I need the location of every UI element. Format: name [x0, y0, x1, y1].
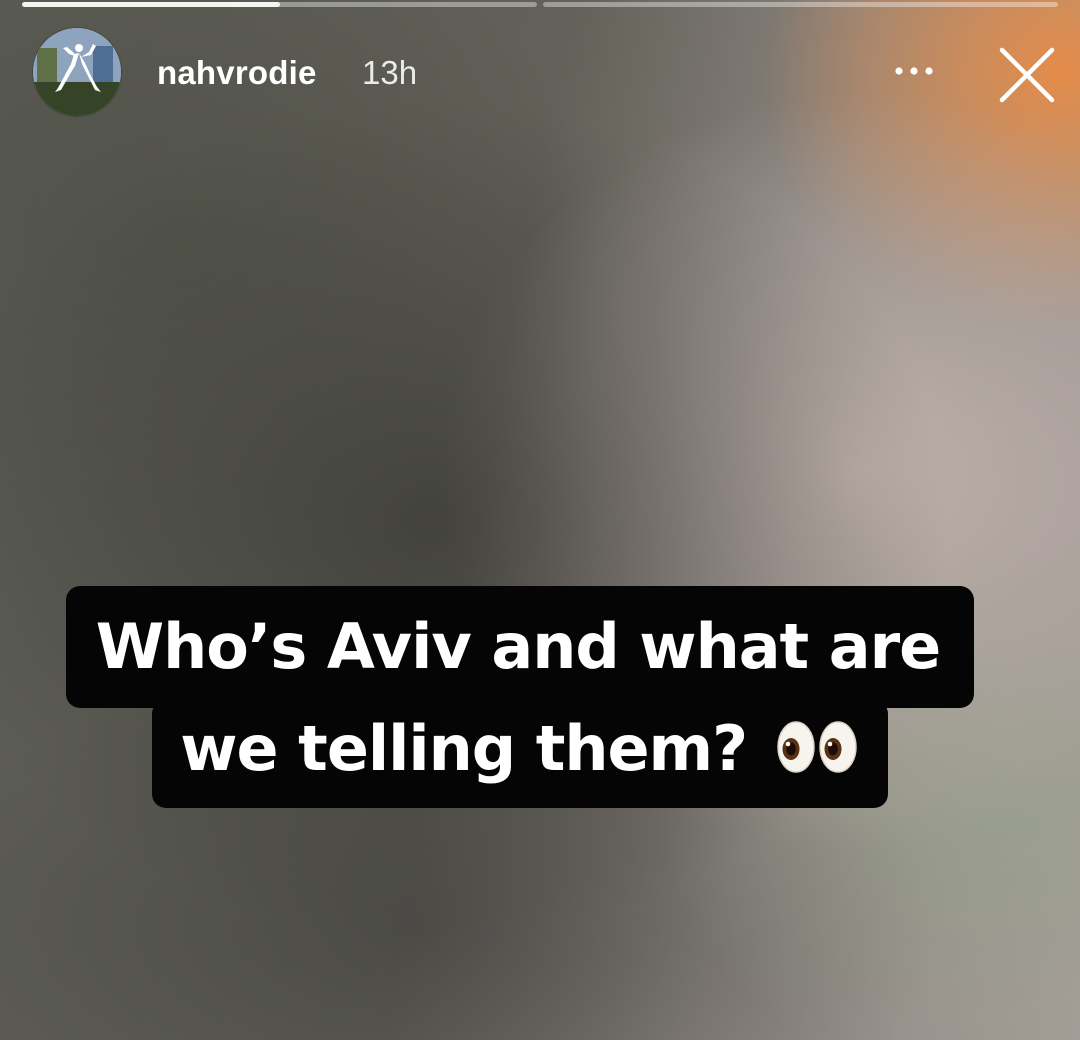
progress-fill-1: [22, 2, 280, 7]
more-dots-icon: [895, 67, 933, 75]
more-options-button[interactable]: [888, 56, 940, 86]
caption-line-one: Who’s Aviv and what are: [65, 586, 975, 708]
story-progress: [22, 2, 1058, 7]
story-background[interactable]: nahvrodie 13h Who’s Aviv and what are we…: [0, 0, 1080, 1040]
caption-line-two-box: we telling them?: [152, 700, 888, 808]
story-caption: Who’s Aviv and what are we telling them?: [0, 586, 1080, 808]
eyes-emoji-icon: [776, 721, 857, 773]
progress-segment-2: [543, 2, 1058, 7]
story-header: nahvrodie 13h: [33, 28, 1058, 118]
story-timestamp: 13h: [362, 54, 418, 91]
jumpman-logo-icon: [33, 28, 121, 116]
avatar[interactable]: [33, 28, 121, 116]
progress-segment-1: [22, 2, 537, 7]
close-icon: [999, 47, 1055, 103]
close-button[interactable]: [996, 44, 1058, 106]
caption-line-two: we telling them?: [180, 712, 748, 785]
story-username[interactable]: nahvrodie: [157, 54, 317, 92]
